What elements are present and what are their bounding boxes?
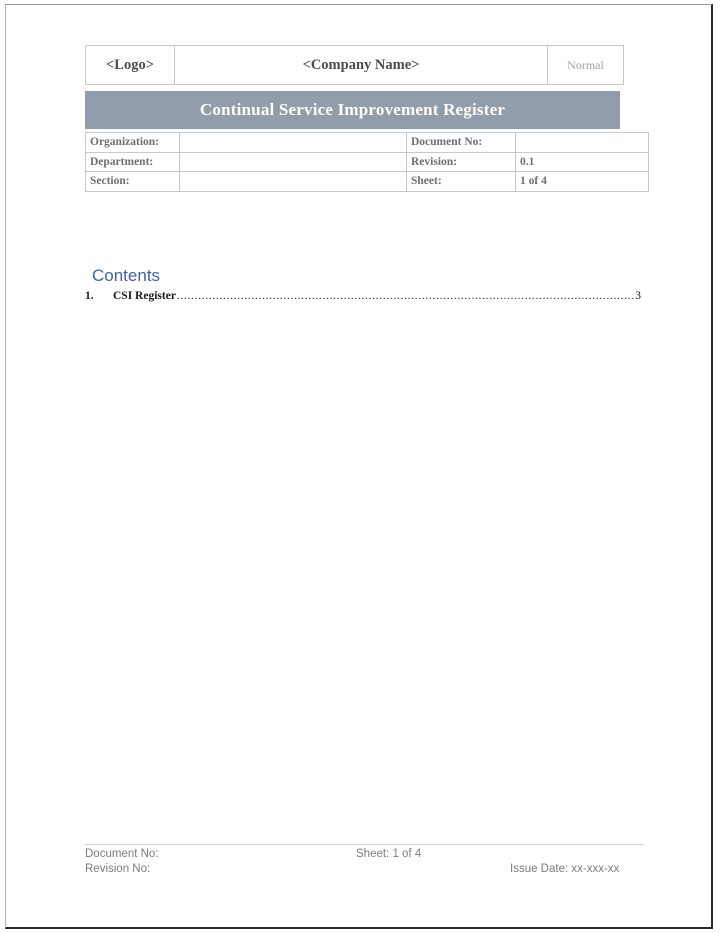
document-info-table: Organization: Document No: Department: R… [85,132,649,192]
document-no-label: Document No: [406,132,516,153]
revision-label: Revision: [406,151,516,172]
footer-revision-no: Revision No: [85,863,151,875]
section-value[interactable] [179,171,407,192]
document-title-banner: Continual Service Improvement Register [85,91,620,129]
footer-row-top: Document No: Sheet: 1 of 4 [85,848,644,863]
footer-row-bottom: Revision No: Issue Date: xx-xxx-xx [85,863,644,878]
sheet-value[interactable]: 1 of 4 [515,171,649,192]
footer-document-no: Document No: [85,848,159,860]
footer-divider [85,844,644,845]
document-no-value[interactable] [515,132,649,153]
header-row: <Logo> <Company Name> Normal [85,45,624,85]
toc-leader-dots: ........................................… [176,290,635,302]
sheet-label: Sheet: [406,171,516,192]
toc-entry-number: 1. [85,290,94,302]
logo-placeholder-cell: <Logo> [85,45,175,85]
company-name-placeholder-cell: <Company Name> [174,45,548,85]
table-row: Department: Revision: 0.1 [85,151,649,172]
toc-entry[interactable]: 1. CSI Register ........................… [85,289,641,303]
document-header-table: <Logo> <Company Name> Normal [85,45,624,85]
footer-sheet: Sheet: 1 of 4 [356,848,422,860]
classification-cell: Normal [547,45,624,85]
organization-label: Organization: [85,132,180,153]
page-frame: <Logo> <Company Name> Normal Continual S… [5,4,713,929]
table-of-contents: 1. CSI Register ........................… [85,289,641,303]
table-row: Organization: Document No: [85,132,649,153]
toc-entry-page-number: 3 [635,290,641,302]
page-title: Continual Service Improvement Register [199,100,506,119]
revision-value[interactable]: 0.1 [515,151,649,172]
department-value[interactable] [179,151,407,172]
toc-entry-title[interactable]: CSI Register [113,289,176,303]
document-page: <Logo> <Company Name> Normal Continual S… [6,5,714,930]
section-label: Section: [85,171,180,192]
document-footer: Document No: Sheet: 1 of 4 Revision No: … [85,848,644,878]
organization-value[interactable] [179,132,407,153]
contents-heading: Contents [92,266,161,285]
department-label: Department: [85,151,180,172]
footer-issue-date: Issue Date: xx-xxx-xx [510,863,620,875]
table-row: Section: Sheet: 1 of 4 [85,171,649,192]
